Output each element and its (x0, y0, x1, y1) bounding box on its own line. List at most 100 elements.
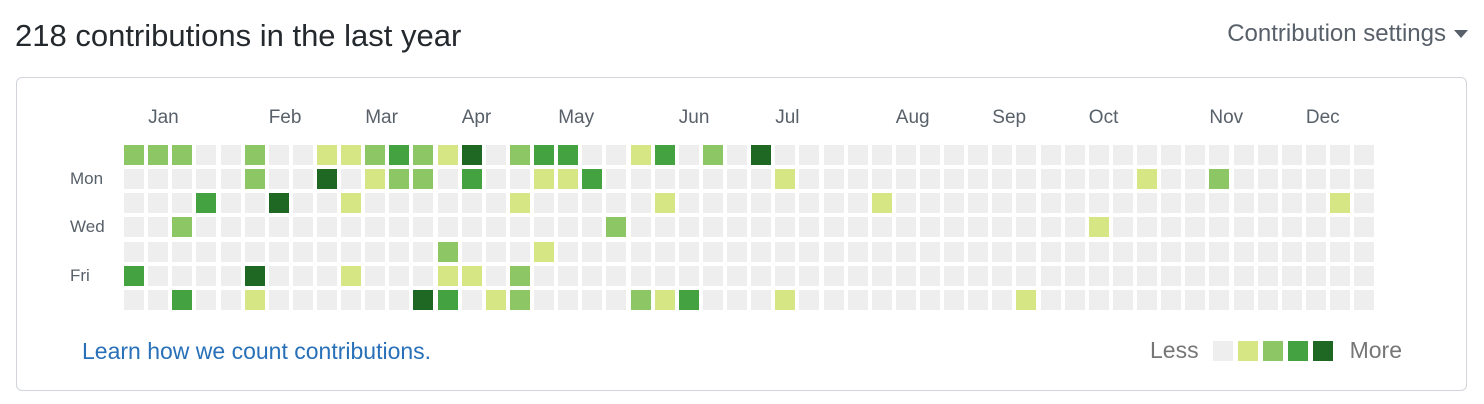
contribution-day-cell[interactable] (220, 193, 241, 214)
contribution-day-cell[interactable] (678, 169, 699, 190)
contribution-day-cell[interactable] (1354, 169, 1375, 190)
contribution-day-cell[interactable] (823, 145, 844, 165)
contribution-day-cell[interactable] (871, 241, 892, 262)
contribution-day-cell[interactable] (317, 193, 337, 214)
contribution-day-cell[interactable] (1064, 265, 1085, 286)
contribution-day-cell[interactable] (920, 145, 940, 165)
contribution-day-cell[interactable] (558, 289, 579, 310)
contribution-day-cell[interactable] (1040, 265, 1061, 286)
contribution-day-cell[interactable] (1016, 265, 1037, 286)
contribution-day-cell[interactable] (751, 241, 772, 262)
contribution-day-cell[interactable] (1137, 145, 1157, 165)
contribution-day-cell[interactable] (317, 145, 337, 165)
contribution-day-cell[interactable] (1233, 217, 1254, 238)
contribution-day-cell[interactable] (1233, 241, 1254, 262)
contribution-day-cell[interactable] (1137, 265, 1157, 286)
contribution-day-cell[interactable] (871, 289, 892, 310)
contribution-day-cell[interactable] (1233, 289, 1254, 310)
learn-contributions-link[interactable]: Learn how we count contributions. (82, 338, 431, 365)
contribution-day-cell[interactable] (1281, 169, 1302, 190)
contribution-day-cell[interactable] (799, 217, 820, 238)
contribution-day-cell[interactable] (196, 241, 217, 262)
contribution-day-cell[interactable] (1137, 289, 1157, 310)
contribution-day-cell[interactable] (148, 145, 169, 165)
contribution-day-cell[interactable] (654, 145, 675, 165)
contribution-day-cell[interactable] (461, 241, 482, 262)
contribution-day-cell[interactable] (413, 169, 434, 190)
contribution-day-cell[interactable] (196, 145, 217, 165)
contribution-day-cell[interactable] (124, 217, 144, 238)
contribution-day-cell[interactable] (1305, 289, 1326, 310)
contribution-day-cell[interactable] (1016, 217, 1037, 238)
contribution-day-cell[interactable] (654, 289, 675, 310)
contribution-day-cell[interactable] (485, 265, 506, 286)
contribution-day-cell[interactable] (799, 241, 820, 262)
contribution-day-cell[interactable] (1112, 145, 1133, 165)
contribution-day-cell[interactable] (220, 265, 241, 286)
contribution-day-cell[interactable] (220, 145, 241, 165)
contribution-day-cell[interactable] (148, 169, 169, 190)
contribution-day-cell[interactable] (485, 145, 506, 165)
contribution-day-cell[interactable] (1281, 145, 1302, 165)
contribution-day-cell[interactable] (1354, 145, 1375, 165)
contribution-day-cell[interactable] (220, 289, 241, 310)
contribution-day-cell[interactable] (389, 289, 410, 310)
contribution-day-cell[interactable] (1330, 193, 1350, 214)
contribution-day-cell[interactable] (534, 217, 554, 238)
contribution-day-cell[interactable] (630, 145, 651, 165)
contribution-day-cell[interactable] (1257, 289, 1278, 310)
contribution-day-cell[interactable] (244, 169, 265, 190)
contribution-day-cell[interactable] (799, 289, 820, 310)
contribution-day-cell[interactable] (1185, 169, 1206, 190)
contribution-day-cell[interactable] (1016, 145, 1037, 165)
contribution-day-cell[interactable] (461, 145, 482, 165)
contribution-day-cell[interactable] (196, 169, 217, 190)
contribution-day-cell[interactable] (1209, 241, 1230, 262)
contribution-day-cell[interactable] (437, 169, 458, 190)
contribution-day-cell[interactable] (582, 265, 603, 286)
contribution-day-cell[interactable] (702, 289, 723, 310)
contribution-day-cell[interactable] (317, 217, 337, 238)
contribution-day-cell[interactable] (1112, 289, 1133, 310)
contribution-day-cell[interactable] (920, 193, 940, 214)
contribution-day-cell[interactable] (630, 265, 651, 286)
contribution-day-cell[interactable] (702, 169, 723, 190)
contribution-day-cell[interactable] (558, 169, 579, 190)
contribution-day-cell[interactable] (582, 145, 603, 165)
contribution-day-cell[interactable] (341, 265, 362, 286)
contribution-day-cell[interactable] (630, 289, 651, 310)
contribution-day-cell[interactable] (654, 193, 675, 214)
contribution-day-cell[interactable] (1257, 217, 1278, 238)
contribution-day-cell[interactable] (1305, 193, 1326, 214)
contribution-day-cell[interactable] (365, 217, 386, 238)
contribution-day-cell[interactable] (871, 169, 892, 190)
contribution-day-cell[interactable] (461, 217, 482, 238)
contribution-day-cell[interactable] (244, 241, 265, 262)
contribution-day-cell[interactable] (1088, 169, 1109, 190)
contribution-day-cell[interactable] (365, 145, 386, 165)
contribution-day-cell[interactable] (944, 145, 965, 165)
contribution-day-cell[interactable] (1064, 169, 1085, 190)
contribution-day-cell[interactable] (606, 217, 627, 238)
contribution-day-cell[interactable] (1257, 265, 1278, 286)
contribution-day-cell[interactable] (437, 145, 458, 165)
contribution-day-cell[interactable] (485, 193, 506, 214)
contribution-day-cell[interactable] (534, 265, 554, 286)
contribution-day-cell[interactable] (341, 289, 362, 310)
contribution-day-cell[interactable] (1281, 217, 1302, 238)
contribution-day-cell[interactable] (461, 265, 482, 286)
contribution-day-cell[interactable] (341, 241, 362, 262)
contribution-day-cell[interactable] (172, 217, 193, 238)
contribution-day-cell[interactable] (944, 217, 965, 238)
contribution-day-cell[interactable] (268, 241, 289, 262)
contribution-day-cell[interactable] (461, 289, 482, 310)
contribution-day-cell[interactable] (727, 217, 747, 238)
contribution-day-cell[interactable] (727, 193, 747, 214)
contribution-day-cell[interactable] (365, 289, 386, 310)
contribution-day-cell[interactable] (196, 289, 217, 310)
contribution-day-cell[interactable] (751, 169, 772, 190)
contribution-day-cell[interactable] (389, 193, 410, 214)
contribution-day-cell[interactable] (172, 289, 193, 310)
contribution-day-cell[interactable] (341, 169, 362, 190)
contribution-day-cell[interactable] (992, 265, 1013, 286)
